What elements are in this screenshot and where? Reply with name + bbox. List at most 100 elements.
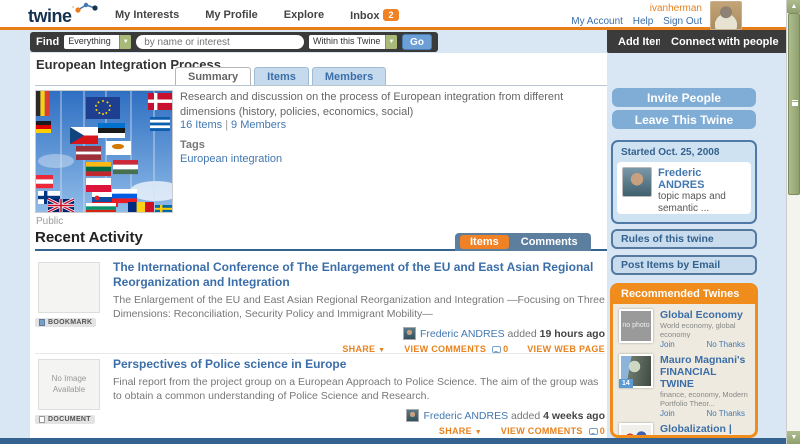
account-area: ivanherman My Account Help Sign Out bbox=[564, 3, 702, 28]
comment-bubble-icon bbox=[589, 428, 598, 435]
owner-name-link[interactable]: Frederic ANDRES bbox=[658, 167, 746, 191]
twine-molecule-icon bbox=[74, 1, 100, 13]
my-account-link[interactable]: My Account bbox=[571, 16, 623, 27]
tab-members[interactable]: Members bbox=[312, 67, 386, 85]
item-body: The International Conference of The Enla… bbox=[113, 260, 605, 354]
main-content: European Integration Process Summary Ite… bbox=[30, 53, 607, 438]
user-avatar[interactable] bbox=[710, 1, 742, 30]
no-thanks-link[interactable]: No Thanks bbox=[706, 409, 745, 418]
eu-flags-image bbox=[35, 90, 173, 213]
document-icon bbox=[39, 416, 45, 423]
author-avatar bbox=[406, 409, 419, 422]
chevron-down-icon: ▼ bbox=[119, 35, 131, 49]
twine-thumbnail bbox=[619, 423, 653, 438]
recommended-twine-tags: World economy, global economy bbox=[660, 321, 749, 338]
tab-summary[interactable]: Summary bbox=[175, 67, 251, 85]
items-count-link[interactable]: 16 Items bbox=[180, 119, 222, 131]
view-comments-label: VIEW COMMENTS bbox=[501, 426, 583, 436]
tags-label: Tags bbox=[180, 139, 205, 151]
author-link[interactable]: Frederic ANDRES bbox=[420, 328, 505, 340]
no-photo-thumbnail: no photo bbox=[619, 309, 653, 343]
toggle-comments-tab[interactable]: Comments bbox=[513, 235, 586, 249]
tab-divider bbox=[35, 85, 607, 86]
tag-european-integration[interactable]: European integration bbox=[180, 153, 282, 165]
activity-item-2: No Image Available DOCUMENT Perspectives… bbox=[35, 357, 605, 436]
top-nav: My Interests My Profile Explore Inbox 2 bbox=[115, 0, 399, 30]
item-actions: SHARE ▼ VIEW COMMENTS 0 bbox=[113, 426, 605, 436]
owner-avatar[interactable] bbox=[622, 167, 652, 197]
author-avatar bbox=[403, 327, 416, 340]
recommended-twine-tags: finance, economy, Modern Portfolio Theor… bbox=[660, 390, 749, 407]
nav-explore[interactable]: Explore bbox=[284, 9, 324, 21]
nav-inbox-label: Inbox bbox=[350, 10, 379, 22]
join-link[interactable]: Join bbox=[660, 409, 675, 418]
rules-of-twine-button[interactable]: Rules of this twine bbox=[611, 229, 757, 249]
invite-people-button[interactable]: Invite People bbox=[612, 88, 756, 107]
recommended-twines-heading: Recommended Twines bbox=[613, 286, 755, 304]
find-label: Find bbox=[36, 36, 59, 48]
document-type-badge: DOCUMENT bbox=[35, 415, 95, 424]
item-meta: Frederic ANDRES added 4 weeks ago bbox=[113, 409, 605, 422]
toggle-items-tab[interactable]: Items bbox=[460, 235, 509, 249]
no-thanks-link[interactable]: No Thanks bbox=[706, 340, 745, 349]
item-timestamp: 19 hours ago bbox=[540, 328, 605, 340]
item-description: The Enlargement of the EU and East Asian… bbox=[113, 293, 605, 321]
post-items-by-email-button[interactable]: Post Items by Email bbox=[611, 255, 757, 275]
nav-my-interests[interactable]: My Interests bbox=[115, 9, 179, 21]
added-label: added bbox=[511, 410, 540, 422]
recommended-twine-link[interactable]: Globalization | Trade and Finance bbox=[660, 423, 749, 438]
twine-logo[interactable]: twine˙ bbox=[28, 7, 74, 25]
nav-my-profile[interactable]: My Profile bbox=[205, 9, 258, 21]
join-row: Join No Thanks bbox=[660, 409, 749, 418]
twine-thumbnail: 14 bbox=[619, 354, 653, 388]
twine-info-box: Started Oct. 25, 2008 Frederic ANDRES to… bbox=[611, 140, 757, 224]
owner-card: Frederic ANDRES topic maps and semantic … bbox=[617, 162, 751, 214]
scroll-down-icon[interactable]: ▼ bbox=[787, 431, 800, 444]
search-input[interactable] bbox=[136, 35, 304, 49]
join-link[interactable]: Join bbox=[660, 340, 675, 349]
scope-select-value: Everything bbox=[64, 35, 119, 49]
twine-page: twine˙ My Interests My Profile Explore I… bbox=[0, 0, 800, 444]
sign-out-link[interactable]: Sign Out bbox=[663, 16, 702, 27]
recent-activity-heading: Recent Activity bbox=[35, 229, 143, 246]
bookmark-type-badge: BOOKMARK bbox=[35, 318, 96, 327]
find-bar: Find Everything ▼ Within this Twine ▼ Go bbox=[30, 32, 438, 52]
activity-toggle: Items Comments bbox=[455, 233, 591, 251]
members-count-link[interactable]: 9 Members bbox=[231, 119, 286, 131]
eu-flags-graphic bbox=[36, 91, 172, 212]
recommended-twine-link[interactable]: Mauro Magnani's FINANCIAL TWINE bbox=[660, 354, 749, 390]
recommended-twines-box: Recommended Twines no photo Global Econo… bbox=[610, 283, 758, 438]
twine-description: Research and discussion on the process o… bbox=[180, 90, 608, 121]
leave-twine-button[interactable]: Leave This Twine bbox=[612, 110, 756, 129]
nav-inbox[interactable]: Inbox 2 bbox=[350, 9, 398, 22]
item-title-link[interactable]: Perspectives of Police science in Europe bbox=[113, 357, 605, 372]
go-button[interactable]: Go bbox=[402, 34, 432, 50]
type-badge-label: DOCUMENT bbox=[48, 416, 91, 423]
share-label: SHARE bbox=[439, 426, 472, 436]
entry-info: Globalization | Trade and Finance World … bbox=[660, 423, 749, 438]
item-meta: Frederic ANDRES added 19 hours ago bbox=[113, 327, 605, 340]
connect-with-people-button[interactable]: Connect with people bbox=[660, 30, 790, 53]
item-title-link[interactable]: The International Conference of The Enla… bbox=[113, 260, 605, 290]
context-select[interactable]: Within this Twine ▼ bbox=[309, 35, 397, 49]
help-link[interactable]: Help bbox=[633, 16, 654, 27]
visibility-label: Public bbox=[36, 216, 63, 227]
tab-items[interactable]: Items bbox=[254, 67, 309, 85]
view-comments-button[interactable]: VIEW COMMENTS 0 bbox=[501, 426, 605, 436]
share-button[interactable]: SHARE ▼ bbox=[439, 426, 482, 436]
scrollbar-thumb[interactable] bbox=[788, 13, 800, 195]
scope-select[interactable]: Everything ▼ bbox=[64, 35, 131, 49]
recommended-twine-link[interactable]: Global Economy bbox=[660, 309, 749, 321]
added-label: added bbox=[508, 328, 537, 340]
entry-info: Global Economy World economy, global eco… bbox=[660, 309, 749, 349]
vertical-scrollbar[interactable]: ▲ ▼ bbox=[786, 0, 800, 444]
started-date-label: Started Oct. 25, 2008 bbox=[613, 142, 755, 162]
author-link[interactable]: Frederic ANDRES bbox=[423, 410, 508, 422]
scroll-up-icon[interactable]: ▲ bbox=[787, 0, 800, 13]
caret-down-icon: ▼ bbox=[475, 429, 482, 436]
activity-item-1: BOOKMARK The International Conference of… bbox=[35, 260, 605, 354]
bottom-bar bbox=[0, 438, 786, 444]
recommended-entry-1: no photo Global Economy World economy, g… bbox=[613, 304, 755, 349]
comment-count: 0 bbox=[600, 426, 605, 436]
inbox-count-badge: 2 bbox=[383, 9, 398, 21]
